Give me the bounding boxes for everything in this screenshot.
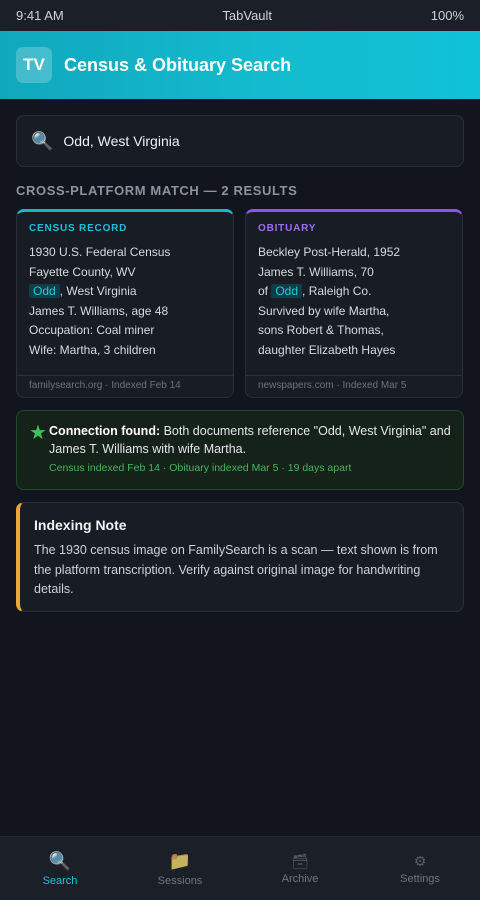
tab-bar: 🔍 Search 📁 Sessions 🗃 Archive ⚙ Settings (0, 836, 480, 900)
card-line: James T. Williams, 70 (258, 264, 374, 279)
search-box[interactable]: 🔍 (16, 115, 464, 167)
main-content: 🔍 CROSS-PLATFORM MATCH — 2 RESULTS CENSU… (0, 99, 480, 612)
card-footer: familysearch.org · Indexed Feb 14 (17, 375, 233, 397)
connection-subtext: Census indexed Feb 14 · Obituary indexed… (49, 462, 352, 474)
search-input[interactable] (63, 133, 444, 149)
highlight-match: Odd (29, 284, 60, 298)
card-line-text: , West Virginia (59, 284, 137, 298)
status-bar: 9:41 AM TabVault 100% (0, 0, 480, 31)
census-record-card[interactable]: CENSUS RECORD 1930 U.S. Federal Census F… (16, 209, 234, 398)
archive-icon: 🗃 (291, 852, 309, 869)
connection-banner: ★ Connection found: Both documents refer… (16, 410, 464, 490)
card-line: daughter Elizabeth Hayes (258, 342, 396, 357)
card-line: Wife: Martha, 3 children (29, 342, 156, 357)
card-line-text: of (258, 284, 272, 298)
results-heading: CROSS-PLATFORM MATCH — 2 RESULTS (16, 183, 298, 198)
card-line: Beckley Post-Herald, 1952 (258, 245, 401, 259)
indexing-note: Indexing Note The 1930 census image on F… (16, 502, 464, 612)
connection-text: Connection found: Both documents referen… (49, 422, 451, 458)
card-line: sons Robert & Thomas, (258, 323, 384, 337)
card-line: Occupation: Coal miner (29, 323, 155, 337)
tab-label: Archive (281, 872, 319, 885)
gear-icon: ⚙ (413, 852, 427, 869)
obituary-card[interactable]: OBITUARY Beckley Post-Herald, 1952 James… (245, 209, 463, 398)
card-label: OBITUARY (258, 223, 317, 234)
search-icon: 🔍 (31, 130, 54, 151)
highlight-match: Odd (271, 284, 303, 298)
card-line: of Odd, Raleigh Co. (258, 282, 450, 302)
card-line: James T. Williams, age 48 (29, 303, 169, 318)
card-line-text: , Raleigh Co. (302, 284, 372, 298)
tab-archive[interactable]: 🗃 Archive (240, 837, 360, 900)
card-line: Survived by wife Martha, (258, 303, 390, 318)
page-title: Census & Obituary Search (64, 54, 292, 75)
status-battery: 100% (430, 8, 464, 23)
tab-search[interactable]: 🔍 Search (0, 837, 120, 900)
tab-label: Settings (400, 872, 440, 885)
card-footer: newspapers.com · Indexed Mar 5 (246, 375, 462, 397)
star-icon: ★ (29, 422, 47, 444)
app-header: TV Census & Obituary Search (0, 31, 480, 99)
tab-label: Search (42, 874, 78, 887)
result-cards: CENSUS RECORD 1930 U.S. Federal Census F… (16, 209, 464, 398)
tab-sessions[interactable]: 📁 Sessions (120, 837, 240, 900)
status-app-name: TabVault (222, 8, 273, 23)
card-line: Fayette County, WV (29, 264, 136, 279)
note-title: Indexing Note (34, 517, 127, 533)
folder-icon: 📁 (168, 850, 192, 871)
card-label: CENSUS RECORD (29, 223, 128, 234)
card-line: Odd, West Virginia (29, 282, 221, 302)
search-icon: 🔍 (48, 850, 72, 871)
status-time: 9:41 AM (16, 8, 64, 23)
app-logo[interactable]: TV (16, 47, 52, 83)
note-body: The 1930 census image on FamilySearch is… (34, 543, 438, 596)
tab-label: Sessions (157, 874, 203, 887)
card-line: 1930 U.S. Federal Census (29, 245, 171, 259)
tab-settings[interactable]: ⚙ Settings (360, 837, 480, 900)
connection-title: Connection found: (49, 424, 161, 438)
